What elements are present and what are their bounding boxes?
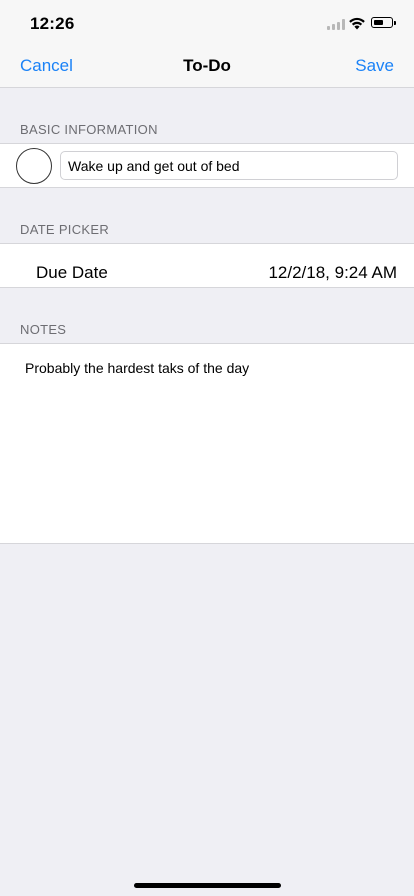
section-header-notes: NOTES	[20, 322, 67, 337]
save-button[interactable]: Save	[355, 56, 394, 76]
cellular-signal-icon	[327, 19, 345, 30]
status-time: 12:26	[30, 14, 75, 33]
wifi-icon	[349, 17, 365, 30]
navigation-bar: Cancel To-Do Save	[0, 44, 414, 88]
basic-information-cell	[0, 143, 414, 188]
battery-icon	[371, 17, 396, 28]
battery-level	[373, 19, 383, 25]
title-input[interactable]	[60, 151, 398, 180]
section-header-date-picker: DATE PICKER	[20, 222, 110, 237]
section-header-basic-information: BASIC INFORMATION	[20, 122, 158, 137]
notes-text: Probably the hardest taks of the day	[25, 360, 250, 376]
due-date-row[interactable]: Due Date 12/2/18, 9:24 AM	[0, 243, 414, 288]
due-date-label: Due Date	[36, 263, 108, 282]
home-indicator[interactable]	[134, 883, 281, 888]
completion-checkbox[interactable]	[16, 148, 52, 184]
status-bar: 12:26	[0, 0, 414, 44]
page-title: To-Do	[183, 56, 231, 75]
notes-text-area[interactable]: Probably the hardest taks of the day	[0, 343, 414, 544]
due-date-value[interactable]: 12/2/18, 9:24 AM	[268, 263, 397, 283]
